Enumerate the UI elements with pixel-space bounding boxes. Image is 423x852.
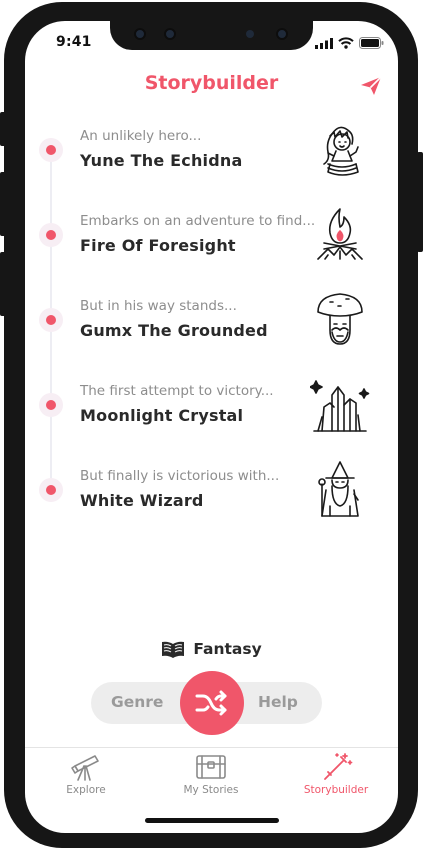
step-choice[interactable]: Gumx The Grounded [80,321,268,340]
step-choice[interactable]: Moonlight Crystal [80,406,243,425]
tab-explore[interactable]: Explore [31,752,141,796]
magic-wand-icon [324,753,353,780]
tab-my-stories[interactable]: My Stories [156,752,266,796]
genre-label: Fantasy [193,640,262,658]
step-choice[interactable]: Yune The Echidna [80,151,242,170]
echidna-girl-icon [323,126,359,176]
timeline-dot [46,230,56,240]
step-choice[interactable]: Fire Of Foresight [80,236,236,255]
tab-label: Explore [66,784,106,796]
status-time: 9:41 [56,34,92,50]
wizard-icon [318,461,359,517]
genre-display: Fantasy [0,640,423,658]
step-prompt: An unlikely hero... [80,128,202,144]
story-step-hero[interactable]: An unlikely hero... Yune The Echidna [0,120,423,180]
timeline-dot [46,145,56,155]
crystal-icon [310,380,370,432]
campfire-icon [317,208,363,260]
telescope-icon [71,755,99,781]
paper-plane-icon[interactable] [360,76,382,96]
timeline-dot [46,400,56,410]
tabbar-divider [25,747,398,748]
step-prompt: Embarks on an adventure to find... [80,213,316,229]
step-prompt: But finally is victorious with... [80,468,280,484]
timeline-dot [46,315,56,325]
story-step-victory[interactable]: But finally is victorious with... White … [0,460,423,520]
treasure-chest-icon [196,755,226,779]
open-book-icon [162,641,185,658]
story-step-attempt[interactable]: The first attempt to victory... Moonligh… [0,375,423,435]
step-prompt: But in his way stands... [80,298,237,314]
shuffle-button[interactable] [180,671,244,735]
step-choice[interactable]: White Wizard [80,491,204,510]
battery-icon [359,37,384,49]
wifi-icon [338,37,354,49]
genre-button[interactable]: Genre [111,693,163,711]
story-step-obstacle[interactable]: But in his way stands... Gumx The Ground… [0,290,423,350]
home-indicator [145,818,279,823]
help-button[interactable]: Help [258,693,298,711]
status-icons [315,37,384,49]
tab-storybuilder[interactable]: Storybuilder [281,752,391,796]
shuffle-icon [195,690,227,716]
story-step-quest[interactable]: Embarks on an adventure to find... Fire … [0,205,423,265]
mushroom-man-icon [317,293,363,345]
tab-label: Storybuilder [303,784,369,796]
notch [110,20,313,50]
step-prompt: The first attempt to victory... [80,383,274,399]
signal-icon [315,37,333,49]
tab-label: My Stories [183,784,239,796]
timeline-dot [46,485,56,495]
